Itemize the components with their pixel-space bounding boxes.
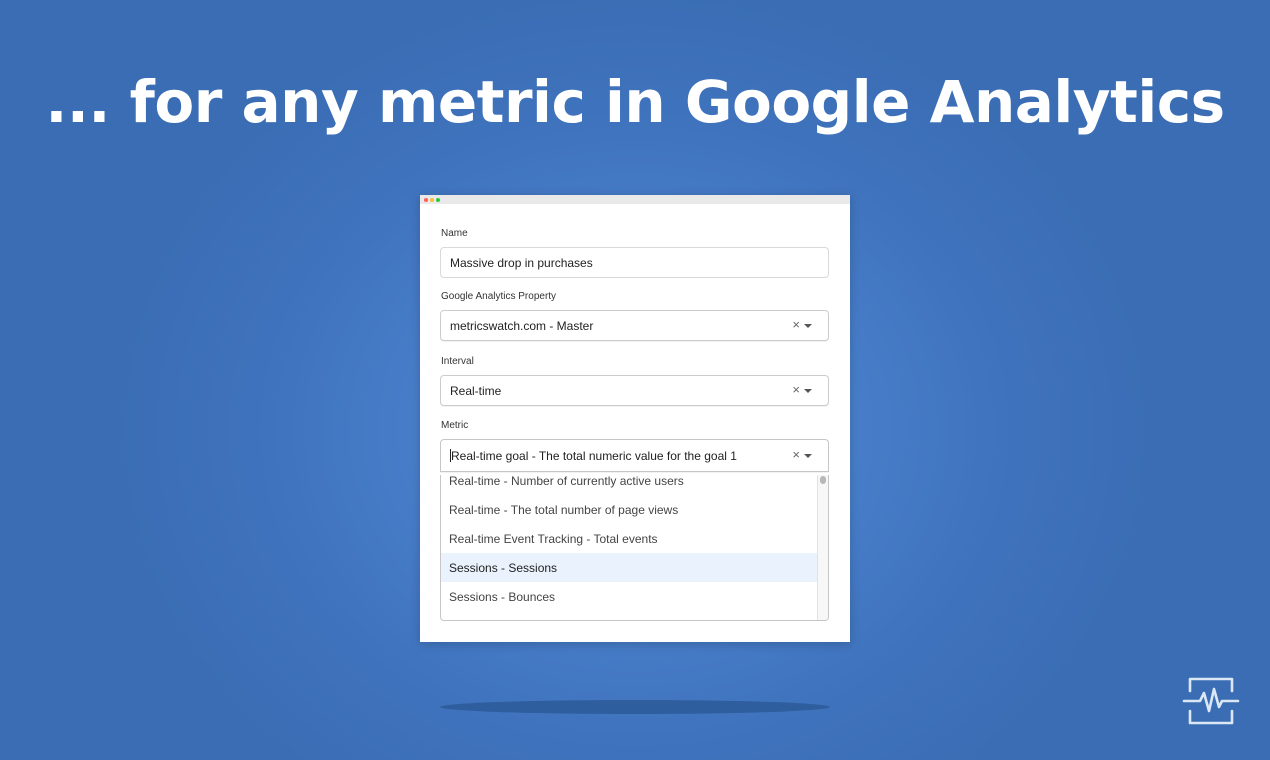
property-select-value: metricswatch.com - Master	[450, 319, 594, 333]
property-select[interactable]: metricswatch.com - Master ×	[440, 310, 829, 341]
metric-clear-icon[interactable]: ×	[792, 448, 800, 462]
dropdown-option[interactable]: Sessions - Bounces	[441, 582, 817, 611]
pulse-monitor-icon	[1182, 674, 1240, 728]
dropdown-option[interactable]: Real-time - Number of currently active u…	[441, 475, 817, 495]
property-label: Google Analytics Property	[441, 291, 557, 302]
interval-select-value: Real-time	[450, 384, 502, 398]
metric-dropdown-menu: Real-time - Number of currently active u…	[440, 475, 829, 621]
interval-chevron-down-icon[interactable]	[804, 389, 812, 393]
property-clear-icon[interactable]: ×	[792, 318, 800, 332]
property-chevron-down-icon[interactable]	[804, 324, 812, 328]
dropdown-option[interactable]: Real-time Event Tracking - Total events	[441, 524, 817, 553]
dropdown-scrollbar-thumb[interactable]	[820, 476, 826, 484]
dropdown-option[interactable]: Real-time - The total number of page vie…	[441, 495, 817, 524]
headline: ... for any metric in Google Analytics	[45, 68, 1225, 136]
minimize-window-dot-icon[interactable]	[430, 198, 434, 202]
dropdown-option-label: Sessions - Bounces	[449, 590, 556, 604]
close-window-dot-icon[interactable]	[424, 198, 428, 202]
metric-label: Metric	[441, 420, 469, 431]
dropdown-option-label: Real-time - Number of currently active u…	[449, 475, 684, 488]
window-scrollbar[interactable]	[836, 204, 850, 642]
dropdown-scrollbar[interactable]	[817, 475, 828, 620]
window-titlebar	[420, 195, 850, 204]
interval-select[interactable]: Real-time ×	[440, 375, 829, 406]
app-window: Name Massive drop in purchases Google An…	[420, 195, 850, 642]
metric-select-value-wrap: Real-time goal - The total numeric value…	[450, 449, 737, 463]
dropdown-option-label: Real-time - The total number of page vie…	[449, 503, 679, 517]
window-shadow	[440, 700, 830, 714]
metric-chevron-down-icon[interactable]	[804, 454, 812, 458]
name-input[interactable]: Massive drop in purchases	[440, 247, 829, 278]
interval-clear-icon[interactable]: ×	[792, 383, 800, 397]
maximize-window-dot-icon[interactable]	[436, 198, 440, 202]
dropdown-option-label: Real-time Event Tracking - Total events	[449, 532, 658, 546]
dropdown-option-label: Sessions - Sessions	[449, 561, 558, 575]
name-label: Name	[441, 228, 468, 239]
metric-select-value: Real-time goal - The total numeric value…	[451, 449, 737, 463]
interval-label: Interval	[441, 356, 474, 367]
dropdown-option-highlighted[interactable]: Sessions - Sessions	[441, 553, 817, 582]
metric-select[interactable]: Real-time goal - The total numeric value…	[440, 439, 829, 472]
name-input-value: Massive drop in purchases	[450, 256, 593, 270]
